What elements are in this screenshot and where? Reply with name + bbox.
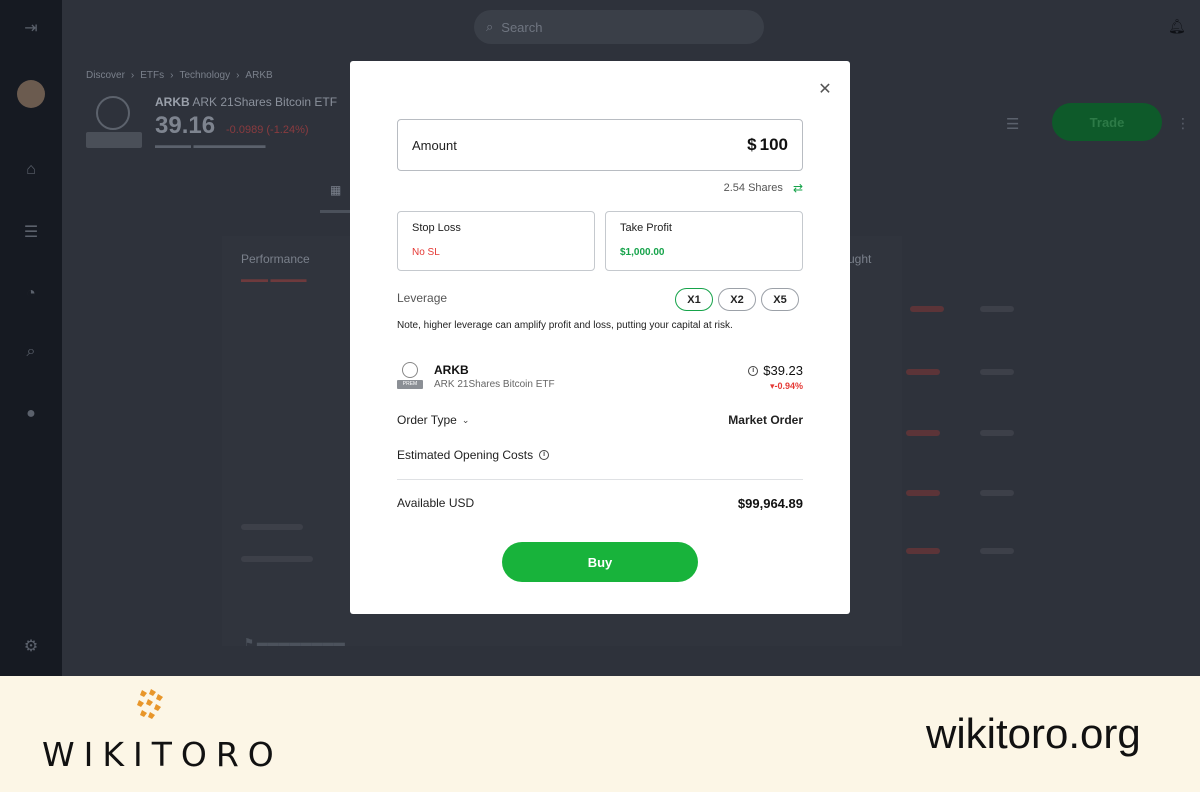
leverage-options: X1 X2 X5	[675, 288, 799, 311]
section-title-partial: ught	[848, 252, 872, 266]
grid-view-icon[interactable]: ▦	[330, 183, 341, 197]
amount-currency: $	[747, 135, 757, 154]
opening-costs-label: Estimated Opening Costs	[397, 448, 534, 462]
ghost-value	[910, 306, 944, 312]
collapse-arrow-icon[interactable]: ⇥	[21, 18, 41, 38]
swap-units-icon[interactable]: ⇄	[793, 181, 803, 195]
home-icon[interactable]: ⌂	[21, 160, 41, 180]
asset-logo-icon: PREM	[397, 362, 423, 390]
breadcrumb: Discover › ETFs › Technology › ARKB	[86, 70, 273, 81]
asset-header-subtext: ▬▬▬▬ ▬▬▬▬▬▬▬▬	[155, 140, 266, 150]
performance-title: Performance	[241, 252, 310, 266]
opening-costs-row: Estimated Opening Costs i	[397, 448, 550, 462]
asset-change: ▾-0.94%	[770, 381, 803, 392]
asset-name: ARK 21Shares Bitcoin ETF	[434, 379, 555, 390]
amount-number[interactable]: 100	[760, 135, 788, 154]
ghost-value	[980, 369, 1014, 375]
available-usd-label: Available USD	[397, 496, 475, 510]
take-profit-label: Take Profit	[620, 222, 672, 234]
active-tab-indicator	[320, 210, 350, 213]
ghost-value	[906, 369, 940, 375]
asset-symbol: ARKB	[434, 363, 469, 377]
breadcrumb-separator: ›	[170, 70, 174, 81]
take-profit-value: $1,000.00	[620, 247, 665, 258]
chevron-down-icon: ⌄	[461, 414, 470, 425]
breadcrumb-separator: ›	[130, 70, 135, 81]
breadcrumb-item: ARKB	[245, 70, 273, 81]
ghost-value	[980, 306, 1014, 312]
amount-value[interactable]: $100	[747, 135, 788, 155]
divider	[397, 479, 803, 480]
take-profit-field[interactable]: Take Profit $1,000.00	[605, 211, 803, 271]
info-icon[interactable]: i	[748, 365, 759, 376]
asset-header-title: ARKB ARK 21Shares Bitcoin ETF	[155, 95, 337, 109]
stop-loss-field[interactable]: Stop Loss No SL	[397, 211, 595, 271]
asset-change-value: -0.94%	[774, 381, 803, 391]
leverage-label: Leverage	[397, 291, 448, 305]
asset-header-change: -0.0989 (-1.24%)	[226, 124, 309, 136]
ghost-value	[980, 430, 1014, 436]
breadcrumb-item[interactable]: Discover	[86, 70, 125, 81]
search-input[interactable]: ⌕ Search	[474, 10, 764, 44]
wikitoro-logo-icon	[137, 689, 163, 719]
shares-text: 2.54 Shares	[723, 182, 783, 194]
leverage-option-x1[interactable]: X1	[675, 288, 713, 311]
performance-subtitle: ▬▬▬ ▬▬▬▬	[241, 274, 307, 284]
available-usd-value: $99,964.89	[737, 496, 803, 511]
asset-logo	[96, 96, 130, 130]
watermark-url: wikitoro.org	[926, 710, 1141, 757]
trade-button[interactable]: Trade	[1052, 103, 1162, 141]
shares-conversion: 2.54 Shares ⇄	[397, 181, 803, 195]
watermark-brand: WIKITORO	[42, 735, 283, 774]
asset-price: i $39.23	[748, 363, 803, 378]
asset-header-symbol: ARKB	[155, 95, 190, 109]
ghost-value	[980, 490, 1014, 496]
leverage-option-x2[interactable]: X2	[718, 288, 756, 311]
stop-loss-value: No SL	[412, 247, 440, 258]
asset-type-tag	[86, 132, 142, 148]
bell-icon[interactable]: 🔔︎	[1168, 18, 1186, 35]
close-icon[interactable]: ✕	[818, 82, 832, 98]
asset-summary: PREM ARKB ARK 21Shares Bitcoin ETF i $39…	[397, 362, 803, 394]
breadcrumb-item[interactable]: ETFs	[140, 70, 164, 81]
leverage-option-x5[interactable]: X5	[761, 288, 799, 311]
apple-icon[interactable]: ●	[21, 404, 41, 424]
sidebar: ⇥ ⌂ ☰ ◔ ⌕ ● ⚙	[0, 0, 62, 676]
stop-loss-label: Stop Loss	[412, 222, 461, 234]
asset-price-value: $39.23	[763, 363, 803, 378]
order-type-label: Order Type	[397, 413, 457, 427]
portfolio-icon[interactable]: ◔	[21, 284, 41, 304]
amount-label: Amount	[412, 137, 457, 153]
search-placeholder: Search	[501, 19, 543, 35]
info-icon[interactable]: i	[539, 450, 550, 460]
search-icon: ⌕	[486, 19, 494, 34]
watchlist-icon[interactable]: ☰	[21, 222, 41, 242]
order-type-dropdown[interactable]: Order Type ⌄	[397, 413, 469, 427]
list-menu-icon[interactable]: ☰	[1006, 115, 1019, 133]
asset-header-name: ARK 21Shares Bitcoin ETF	[192, 95, 338, 109]
breadcrumb-item[interactable]: Technology	[179, 70, 230, 81]
ghost-label	[241, 556, 313, 562]
trade-order-modal: ✕ Amount $100 2.54 Shares ⇄ Stop Loss No…	[350, 61, 850, 614]
ghost-value	[906, 430, 940, 436]
discover-icon[interactable]: ⌕	[21, 342, 41, 362]
settings-gear-icon[interactable]: ⚙	[21, 636, 41, 656]
more-options-icon[interactable]: ⋮	[1176, 115, 1190, 132]
asset-header-price: 39.16	[155, 112, 216, 139]
amount-input[interactable]: Amount $100	[397, 119, 803, 171]
ghost-value	[980, 548, 1014, 554]
report-link[interactable]: ⚑ ▬▬▬▬▬▬▬▬	[244, 636, 345, 649]
ghost-value	[906, 548, 940, 554]
order-type-value: Market Order	[728, 413, 803, 427]
ghost-value	[906, 490, 940, 496]
leverage-note: Note, higher leverage can amplify profit…	[397, 320, 733, 331]
buy-button[interactable]: Buy	[502, 542, 698, 582]
avatar[interactable]	[17, 80, 45, 108]
breadcrumb-separator: ›	[236, 70, 240, 81]
ghost-label	[241, 524, 303, 530]
